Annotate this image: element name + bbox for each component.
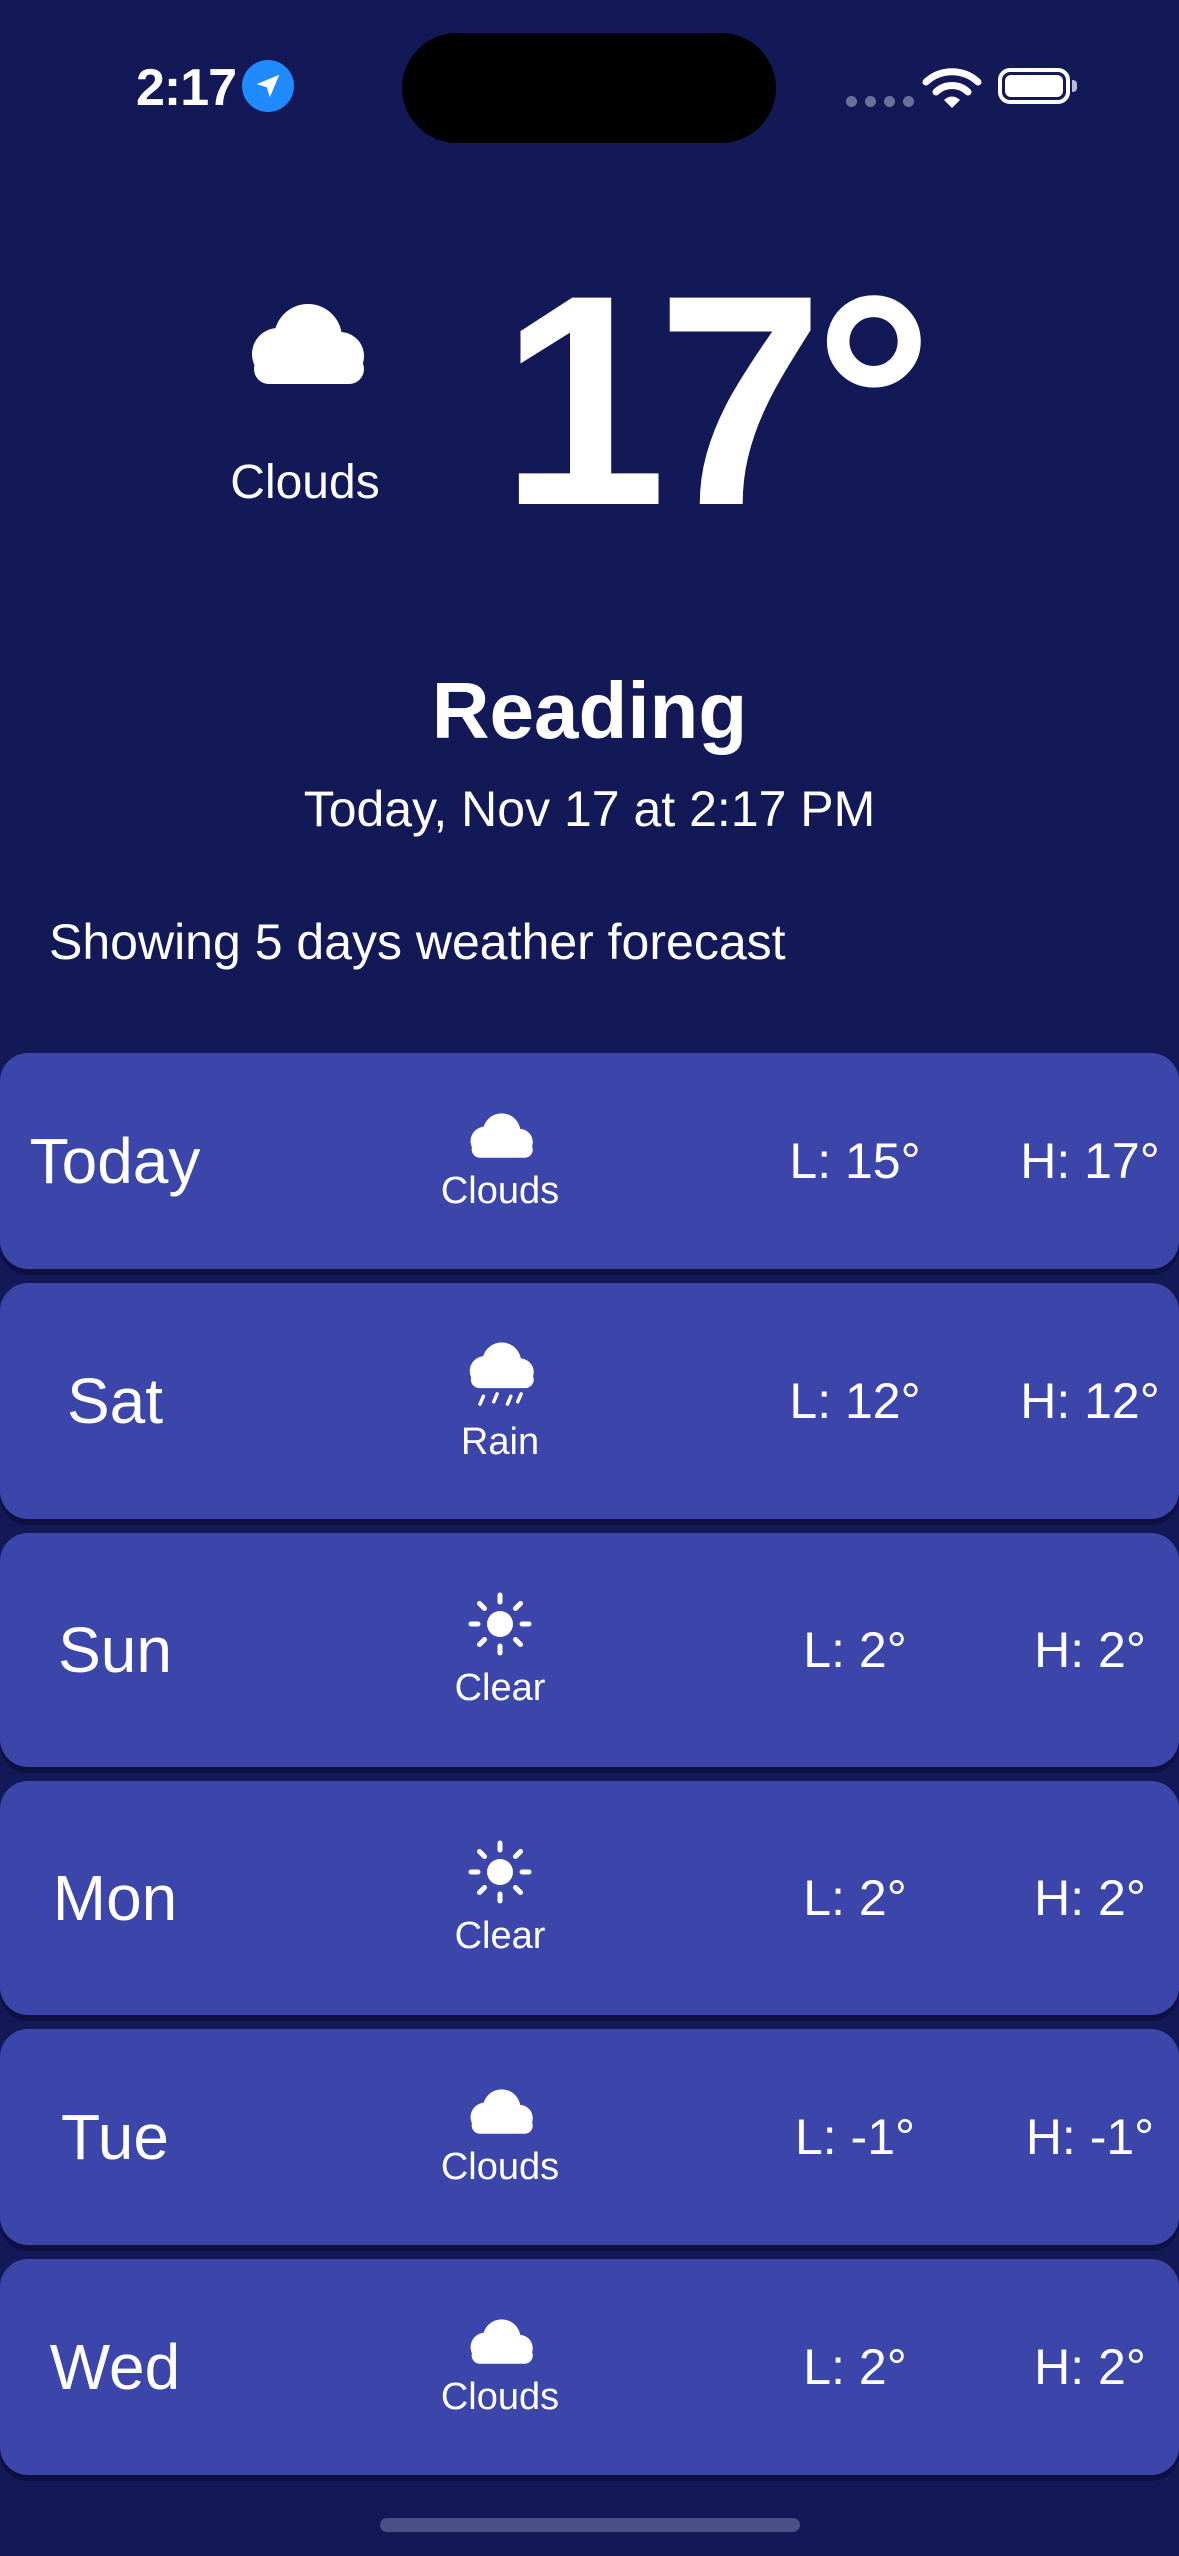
sun-icon <box>467 1839 533 1905</box>
forecast-condition: Clouds <box>440 2375 560 2418</box>
cloud-icon <box>464 2316 536 2366</box>
forecast-high: H: 2° <box>1034 1622 1146 1678</box>
sun-icon <box>467 1591 533 1657</box>
rain-cloud-icon <box>464 1339 536 1411</box>
forecast-condition: Clear <box>454 1914 546 1957</box>
dynamic-island <box>402 33 776 143</box>
forecast-condition: Clear <box>454 1666 546 1709</box>
forecast-day: Tue <box>61 2101 169 2173</box>
signal-icon <box>846 96 914 107</box>
location-arrow-icon <box>242 60 294 112</box>
status-time: 2:17 <box>136 59 237 117</box>
forecast-high: H: 2° <box>1034 2339 1146 2395</box>
forecast-high: H: 2° <box>1034 1870 1146 1926</box>
cloud-icon <box>464 2086 536 2136</box>
forecast-row-mon[interactable]: Mon Clear L: 2° H: 2° <box>0 1781 1179 2015</box>
forecast-day: Sat <box>66 1365 164 1437</box>
current-date: Today, Nov 17 at 2:17 PM <box>303 781 876 837</box>
home-indicator[interactable] <box>380 2518 800 2532</box>
wifi-icon <box>922 66 982 115</box>
forecast-low: L: 15° <box>789 1133 921 1189</box>
forecast-high: H: -1° <box>1025 2109 1155 2165</box>
forecast-condition: Clouds <box>440 1169 560 1212</box>
forecast-row-sat[interactable]: Sat Rain L: 12° H: 12° <box>0 1283 1179 1519</box>
forecast-day: Sun <box>58 1614 172 1686</box>
forecast-high: H: 17° <box>1020 1133 1160 1189</box>
forecast-day: Wed <box>49 2331 181 2403</box>
forecast-low: L: -1° <box>794 2109 916 2165</box>
city-name: Reading <box>431 666 748 755</box>
forecast-row-wed[interactable]: Wed Clouds L: 2° H: 2° <box>0 2259 1179 2475</box>
forecast-day: Today <box>29 1125 201 1197</box>
forecast-day: Mon <box>52 1862 178 1934</box>
forecast-row-today[interactable]: Today Clouds L: 15° H: 17° <box>0 1053 1179 1269</box>
forecast-low: L: 2° <box>803 1622 907 1678</box>
cloud-icon <box>464 1110 536 1160</box>
forecast-low: L: 2° <box>803 1870 907 1926</box>
forecast-low: L: 12° <box>789 1373 921 1429</box>
cloud-icon <box>242 298 368 393</box>
forecast-note: Showing 5 days weather forecast <box>49 914 786 970</box>
battery-icon <box>998 68 1077 104</box>
forecast-low: L: 2° <box>803 2339 907 2395</box>
current-condition: Clouds <box>230 456 380 509</box>
forecast-condition: Clouds <box>440 2145 560 2188</box>
forecast-row-sun[interactable]: Sun Clear L: 2° H: 2° <box>0 1533 1179 1767</box>
forecast-condition: Rain <box>460 1420 540 1463</box>
forecast-row-tue[interactable]: Tue Clouds L: -1° H: -1° <box>0 2029 1179 2245</box>
current-temperature: 17° <box>500 232 934 568</box>
forecast-high: H: 12° <box>1020 1373 1160 1429</box>
